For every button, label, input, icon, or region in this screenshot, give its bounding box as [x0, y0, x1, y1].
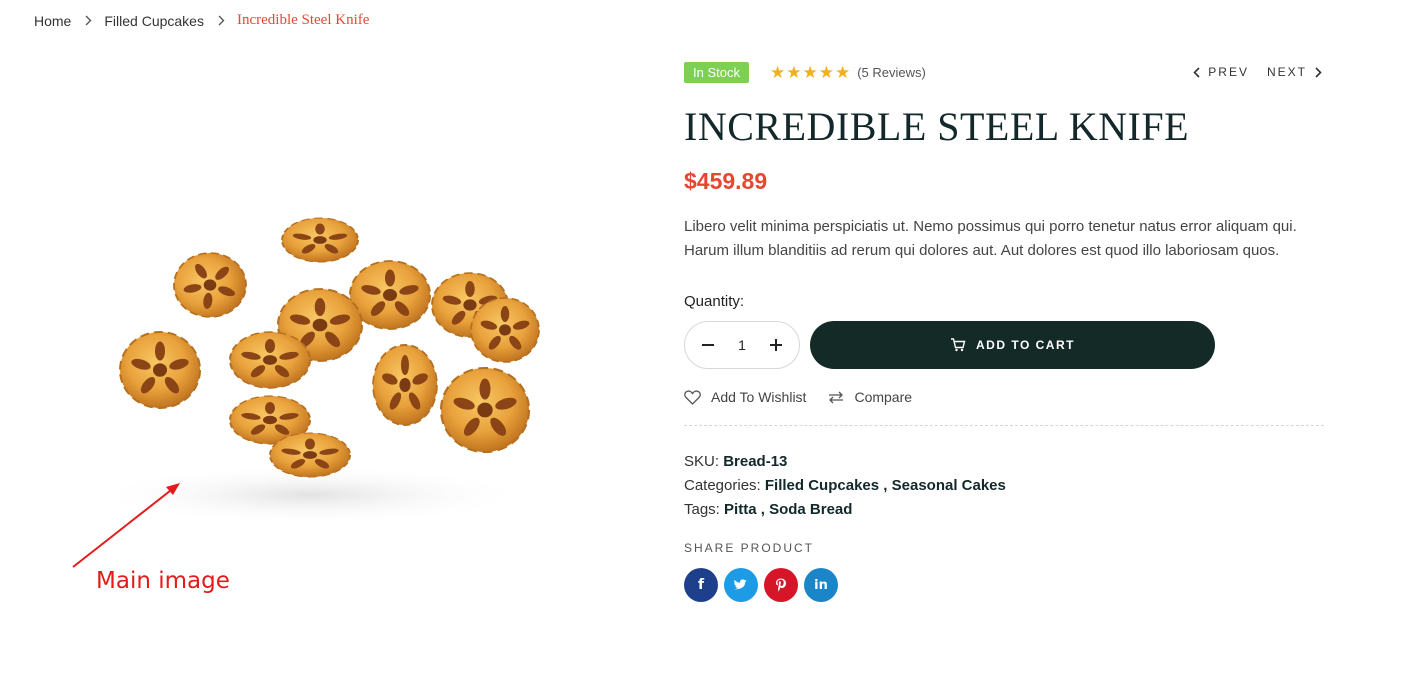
share-label: SHARE PRODUCT: [684, 541, 815, 555]
add-to-cart-button[interactable]: ADD TO CART: [810, 321, 1215, 369]
pinterest-icon: [776, 578, 786, 592]
star-icon: ★: [769, 62, 786, 82]
facebook-icon: f: [697, 577, 705, 593]
pinterest-share-button[interactable]: [764, 568, 798, 602]
product-description: Libero velit minima perspiciatis ut. Nem…: [684, 218, 1297, 259]
breadcrumb-home[interactable]: Home: [34, 13, 71, 29]
chevron-right-icon: [218, 15, 225, 26]
sku-label: SKU:: [684, 453, 720, 470]
star-icon: ★: [834, 62, 851, 82]
sku-value: Bread-13: [723, 453, 788, 470]
chevron-right-icon: [85, 15, 92, 26]
breadcrumb-current: Incredible Steel Knife: [236, 12, 370, 28]
increase-quantity-button[interactable]: [765, 334, 787, 356]
facebook-share-button[interactable]: f: [684, 568, 718, 602]
minus-icon: [702, 344, 714, 346]
compare-label: Compare: [854, 389, 913, 405]
product-actions: Add To Wishlist Compare: [684, 389, 1324, 405]
quantity-label: Quantity:: [684, 293, 745, 310]
compare-button[interactable]: Compare: [828, 389, 912, 405]
prev-product-link[interactable]: PREV: [1193, 65, 1249, 79]
star-icon: ★: [786, 62, 802, 82]
categories-label: Categories:: [684, 477, 761, 494]
product-pagination: PREV NEXT: [1193, 65, 1322, 79]
stock-badge: In Stock: [684, 61, 749, 83]
quantity-stepper: [684, 321, 800, 369]
product-info: In Stock ★ ★ ★ ★ ★ (5 Reviews) PREV NEXT…: [684, 58, 1324, 602]
breadcrumb: Home Filled Cupcakes Incredible Steel Kn…: [34, 12, 369, 29]
tag-link[interactable]: Soda Bread: [769, 501, 852, 518]
star-icon: ★: [818, 62, 834, 82]
prev-label: PREV: [1208, 65, 1249, 79]
chevron-right-icon: [1315, 66, 1322, 78]
compare-icon: [829, 391, 844, 403]
wishlist-label: Add To Wishlist: [711, 389, 807, 405]
twitter-share-button[interactable]: [724, 568, 758, 602]
reviews-link[interactable]: (5 Reviews): [857, 65, 926, 80]
add-to-cart-label: ADD TO CART: [976, 338, 1075, 352]
tags-label: Tags:: [684, 501, 720, 518]
star-icon: ★: [802, 62, 818, 82]
tags-row: Tags: Pitta , Soda Bread: [684, 501, 853, 518]
quantity-input[interactable]: [727, 337, 757, 353]
sku-row: SKU: Bread-13: [684, 450, 1324, 474]
product-title: INCREDIBLE STEEL KNIFE: [684, 104, 1190, 149]
share-buttons: f in: [684, 568, 1324, 602]
category-link[interactable]: Seasonal Cakes: [892, 477, 1006, 494]
twitter-icon: [734, 579, 747, 590]
purchase-row: ADD TO CART: [684, 321, 1324, 369]
heart-icon: [684, 389, 701, 405]
add-to-wishlist-button[interactable]: Add To Wishlist: [684, 389, 806, 405]
annotation-label: Main image: [96, 568, 230, 594]
rating-stars: ★ ★ ★ ★ ★: [770, 64, 850, 81]
product-price: $459.89: [684, 168, 768, 194]
divider: [684, 425, 1324, 426]
next-label: NEXT: [1266, 65, 1307, 79]
product-meta: SKU: Bread-13 Categories: Filled Cupcake…: [684, 450, 1324, 522]
next-product-link[interactable]: NEXT: [1267, 65, 1322, 79]
product-top-row: In Stock ★ ★ ★ ★ ★ (5 Reviews) PREV NEXT: [684, 58, 1324, 86]
category-link[interactable]: Filled Cupcakes: [765, 477, 879, 494]
linkedin-icon: in: [814, 577, 828, 593]
cart-icon: [951, 338, 966, 352]
linkedin-share-button[interactable]: in: [804, 568, 838, 602]
decrease-quantity-button[interactable]: [697, 334, 719, 356]
categories-row: Categories: Filled Cupcakes , Seasonal C…: [684, 477, 1006, 494]
chevron-left-icon: [1193, 66, 1200, 78]
breadcrumb-category[interactable]: Filled Cupcakes: [104, 13, 204, 29]
tag-link[interactable]: Pitta: [724, 501, 757, 518]
plus-icon: [770, 339, 782, 351]
